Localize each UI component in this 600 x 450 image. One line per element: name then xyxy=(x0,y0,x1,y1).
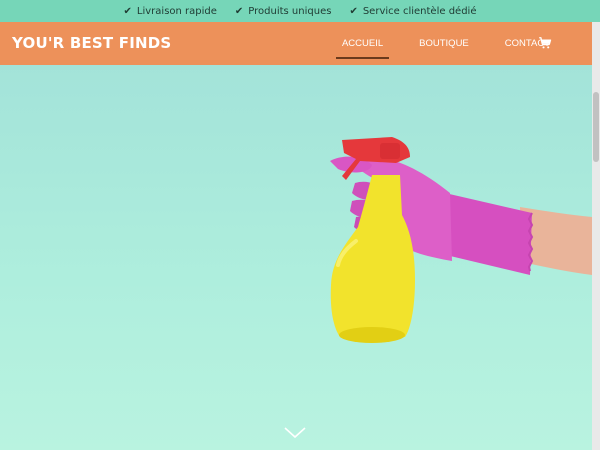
announcement-bar: ✔ Livraison rapide ✔ Produits uniques ✔ … xyxy=(0,0,600,22)
hero-banner xyxy=(0,65,592,450)
feature-unique-products: ✔ Produits uniques xyxy=(235,6,332,17)
nav-accueil[interactable]: ACCUEIL xyxy=(335,36,390,59)
cart-icon[interactable] xyxy=(538,36,552,50)
hero-image xyxy=(330,137,592,343)
feature-fast-delivery: ✔ Livraison rapide xyxy=(124,6,217,17)
main-nav: ACCUEIL BOUTIQUE CONTACT xyxy=(335,22,556,65)
feature-label: Service clientèle dédié xyxy=(362,5,477,17)
nav-boutique[interactable]: BOUTIQUE xyxy=(413,36,475,51)
check-icon: ✔ xyxy=(123,5,132,17)
check-icon: ✔ xyxy=(234,5,244,17)
page-scrollbar[interactable] xyxy=(592,22,600,450)
feature-label: Produits uniques xyxy=(248,5,332,17)
site-header: YOU'R BEST FINDS ACCUEIL BOUTIQUE CONTAC… xyxy=(0,22,592,65)
site-logo[interactable]: YOU'R BEST FINDS xyxy=(12,34,171,52)
scrollbar-thumb[interactable] xyxy=(593,92,599,162)
feature-customer-service: ✔ Service clientèle dédié xyxy=(349,6,476,17)
check-icon: ✔ xyxy=(349,5,358,17)
chevron-down-icon[interactable] xyxy=(284,427,306,439)
feature-label: Livraison rapide xyxy=(136,5,217,17)
